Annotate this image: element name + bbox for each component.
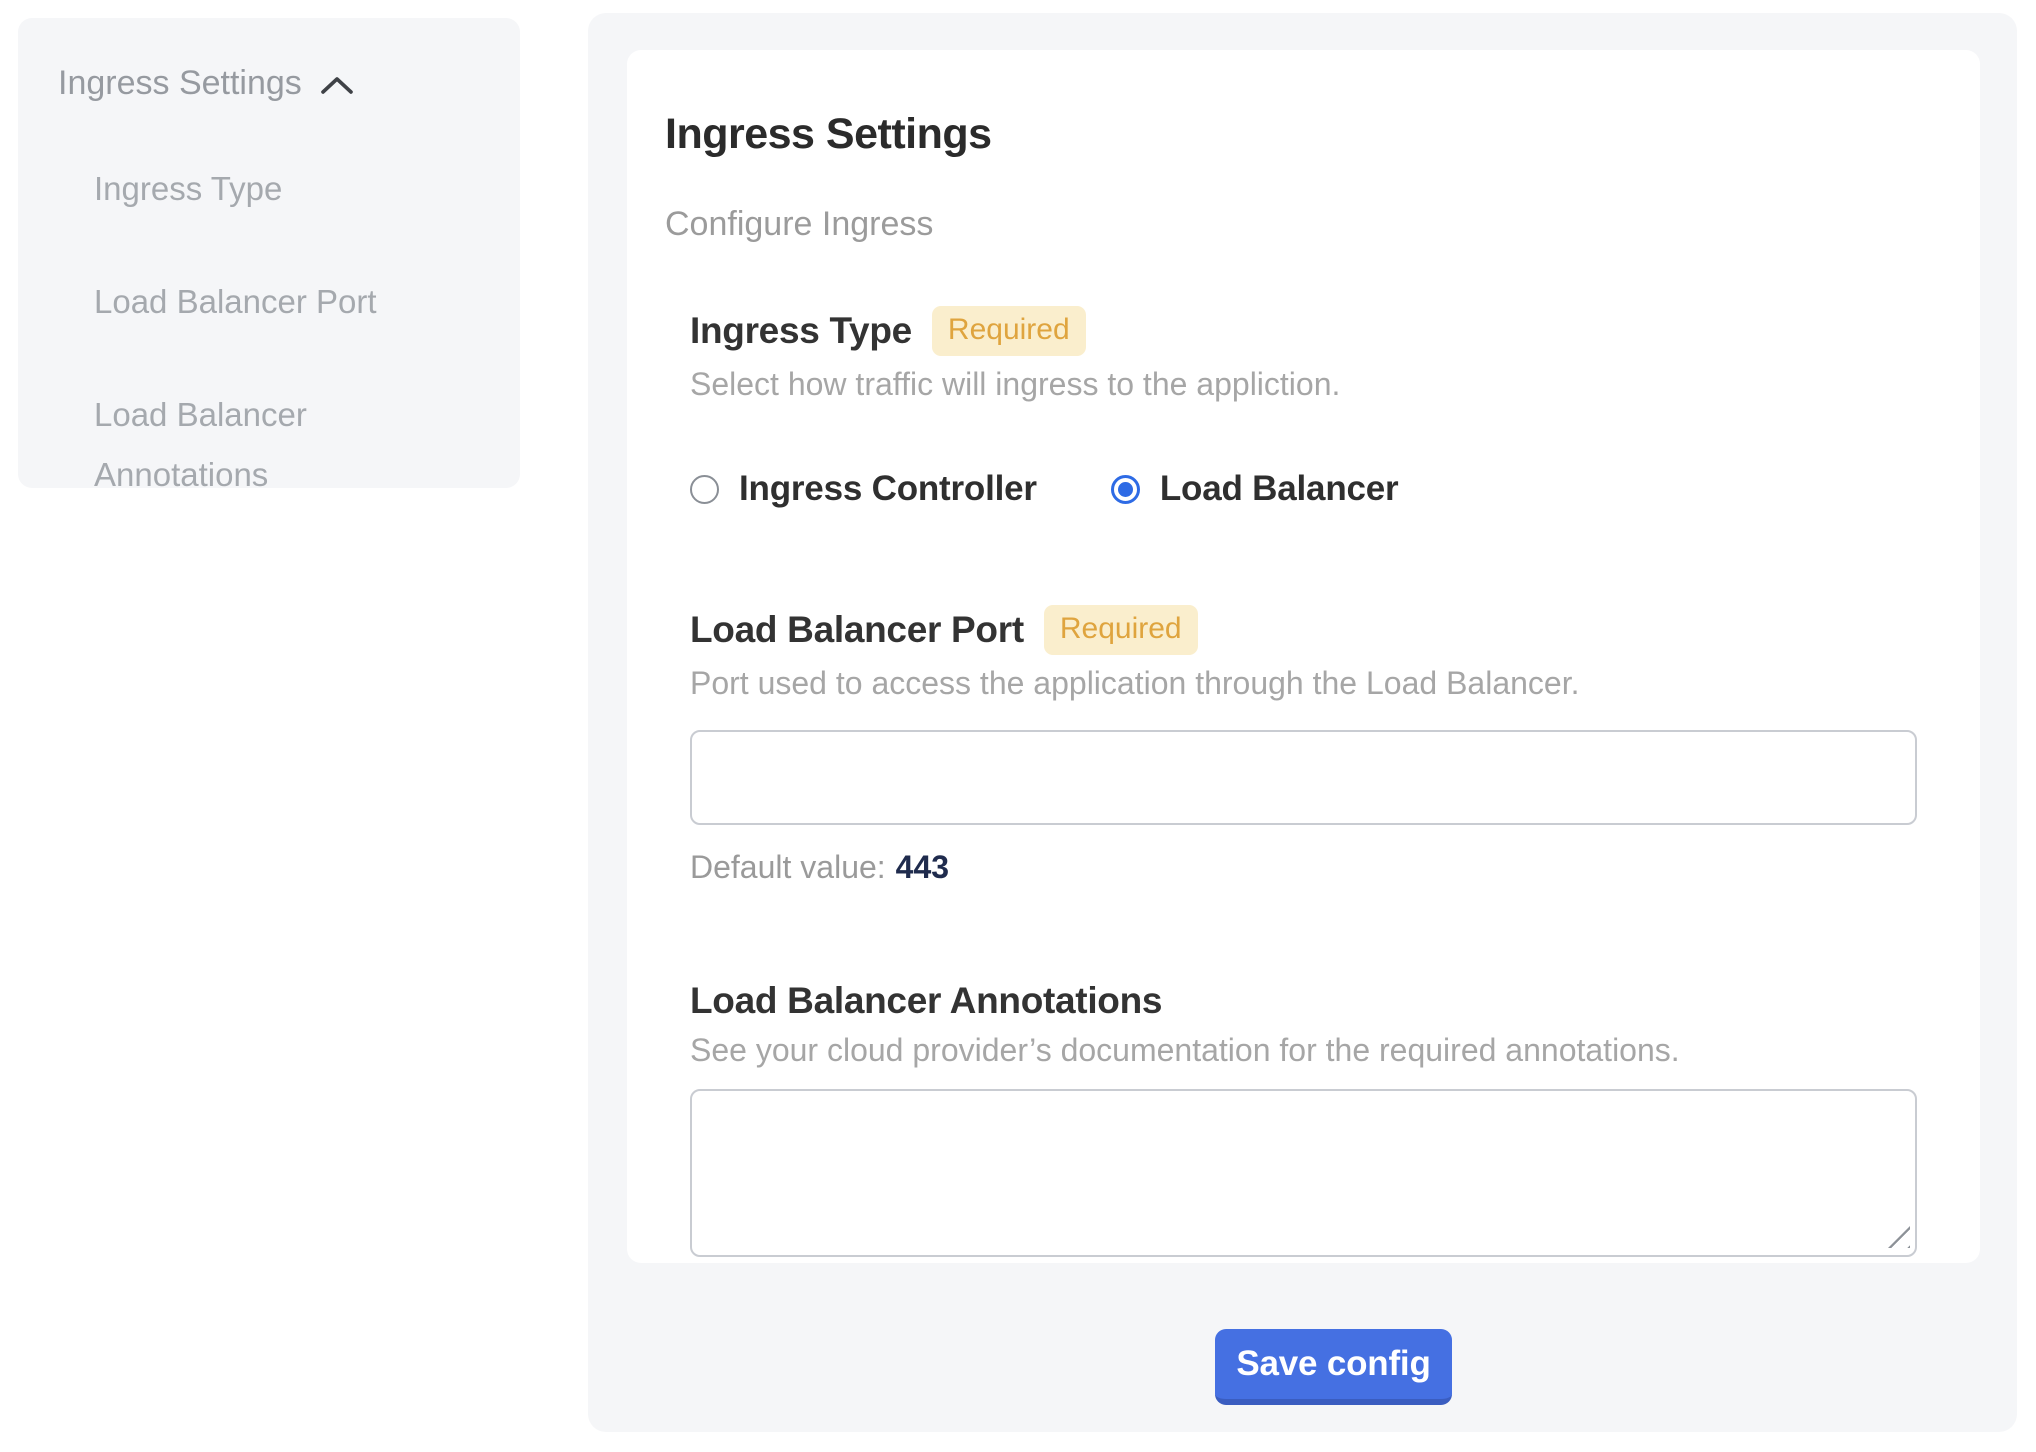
sidebar-section-toggle[interactable]: Ingress Settings	[58, 64, 520, 103]
form-sections: Ingress Type Required Select how traffic…	[690, 306, 1917, 1257]
sidebar-item-load-balancer-port[interactable]: Load Balancer Port	[94, 272, 434, 332]
ingress-type-description: Select how traffic will ingress to the a…	[690, 366, 1917, 403]
required-badge: Required	[1044, 605, 1198, 655]
load-balancer-annotations-description: See your cloud provider’s documentation …	[690, 1032, 1917, 1069]
radio-ingress-controller[interactable]: Ingress Controller	[690, 469, 1037, 509]
page-subtitle: Configure Ingress	[665, 205, 1917, 244]
required-badge: Required	[932, 306, 1086, 356]
sidebar-item-ingress-type[interactable]: Ingress Type	[94, 159, 434, 219]
load-balancer-port-input[interactable]	[690, 730, 1917, 825]
load-balancer-port-section-header: Load Balancer Port Required	[690, 605, 1917, 655]
load-balancer-annotations-section-header: Load Balancer Annotations	[690, 980, 1917, 1022]
load-balancer-port-description: Port used to access the application thro…	[690, 665, 1917, 702]
ingress-type-title: Ingress Type	[690, 310, 912, 352]
page-title: Ingress Settings	[665, 110, 1917, 159]
radio-circle-icon[interactable]	[1111, 475, 1140, 504]
settings-panel: Ingress Settings Configure Ingress Ingre…	[588, 13, 2017, 1432]
load-balancer-annotations-title: Load Balancer Annotations	[690, 980, 1162, 1022]
radio-circle-icon[interactable]	[690, 475, 719, 504]
sidebar-item-list: Ingress Type Load Balancer Port Load Bal…	[94, 159, 520, 505]
default-value-label: Default value:	[690, 849, 886, 885]
settings-nav-sidebar: Ingress Settings Ingress Type Load Balan…	[18, 18, 520, 488]
ingress-type-radio-group: Ingress Controller Load Balancer	[690, 469, 1917, 509]
radio-load-balancer[interactable]: Load Balancer	[1111, 469, 1399, 509]
default-value-line: Default value: 443	[690, 849, 1917, 886]
load-balancer-annotations-textarea[interactable]	[690, 1089, 1917, 1257]
ingress-settings-card: Ingress Settings Configure Ingress Ingre…	[627, 50, 1980, 1263]
annotations-textarea-wrap	[690, 1089, 1917, 1257]
radio-label: Load Balancer	[1160, 469, 1399, 509]
load-balancer-port-title: Load Balancer Port	[690, 609, 1024, 651]
radio-label: Ingress Controller	[739, 469, 1037, 509]
ingress-type-section-header: Ingress Type Required	[690, 306, 1917, 356]
sidebar-section-label: Ingress Settings	[58, 64, 302, 103]
default-value: 443	[896, 849, 949, 885]
chevron-up-icon	[320, 71, 354, 97]
save-config-button[interactable]: Save config	[1215, 1329, 1452, 1405]
sidebar-item-load-balancer-annotations[interactable]: Load Balancer Annotations	[94, 385, 434, 505]
